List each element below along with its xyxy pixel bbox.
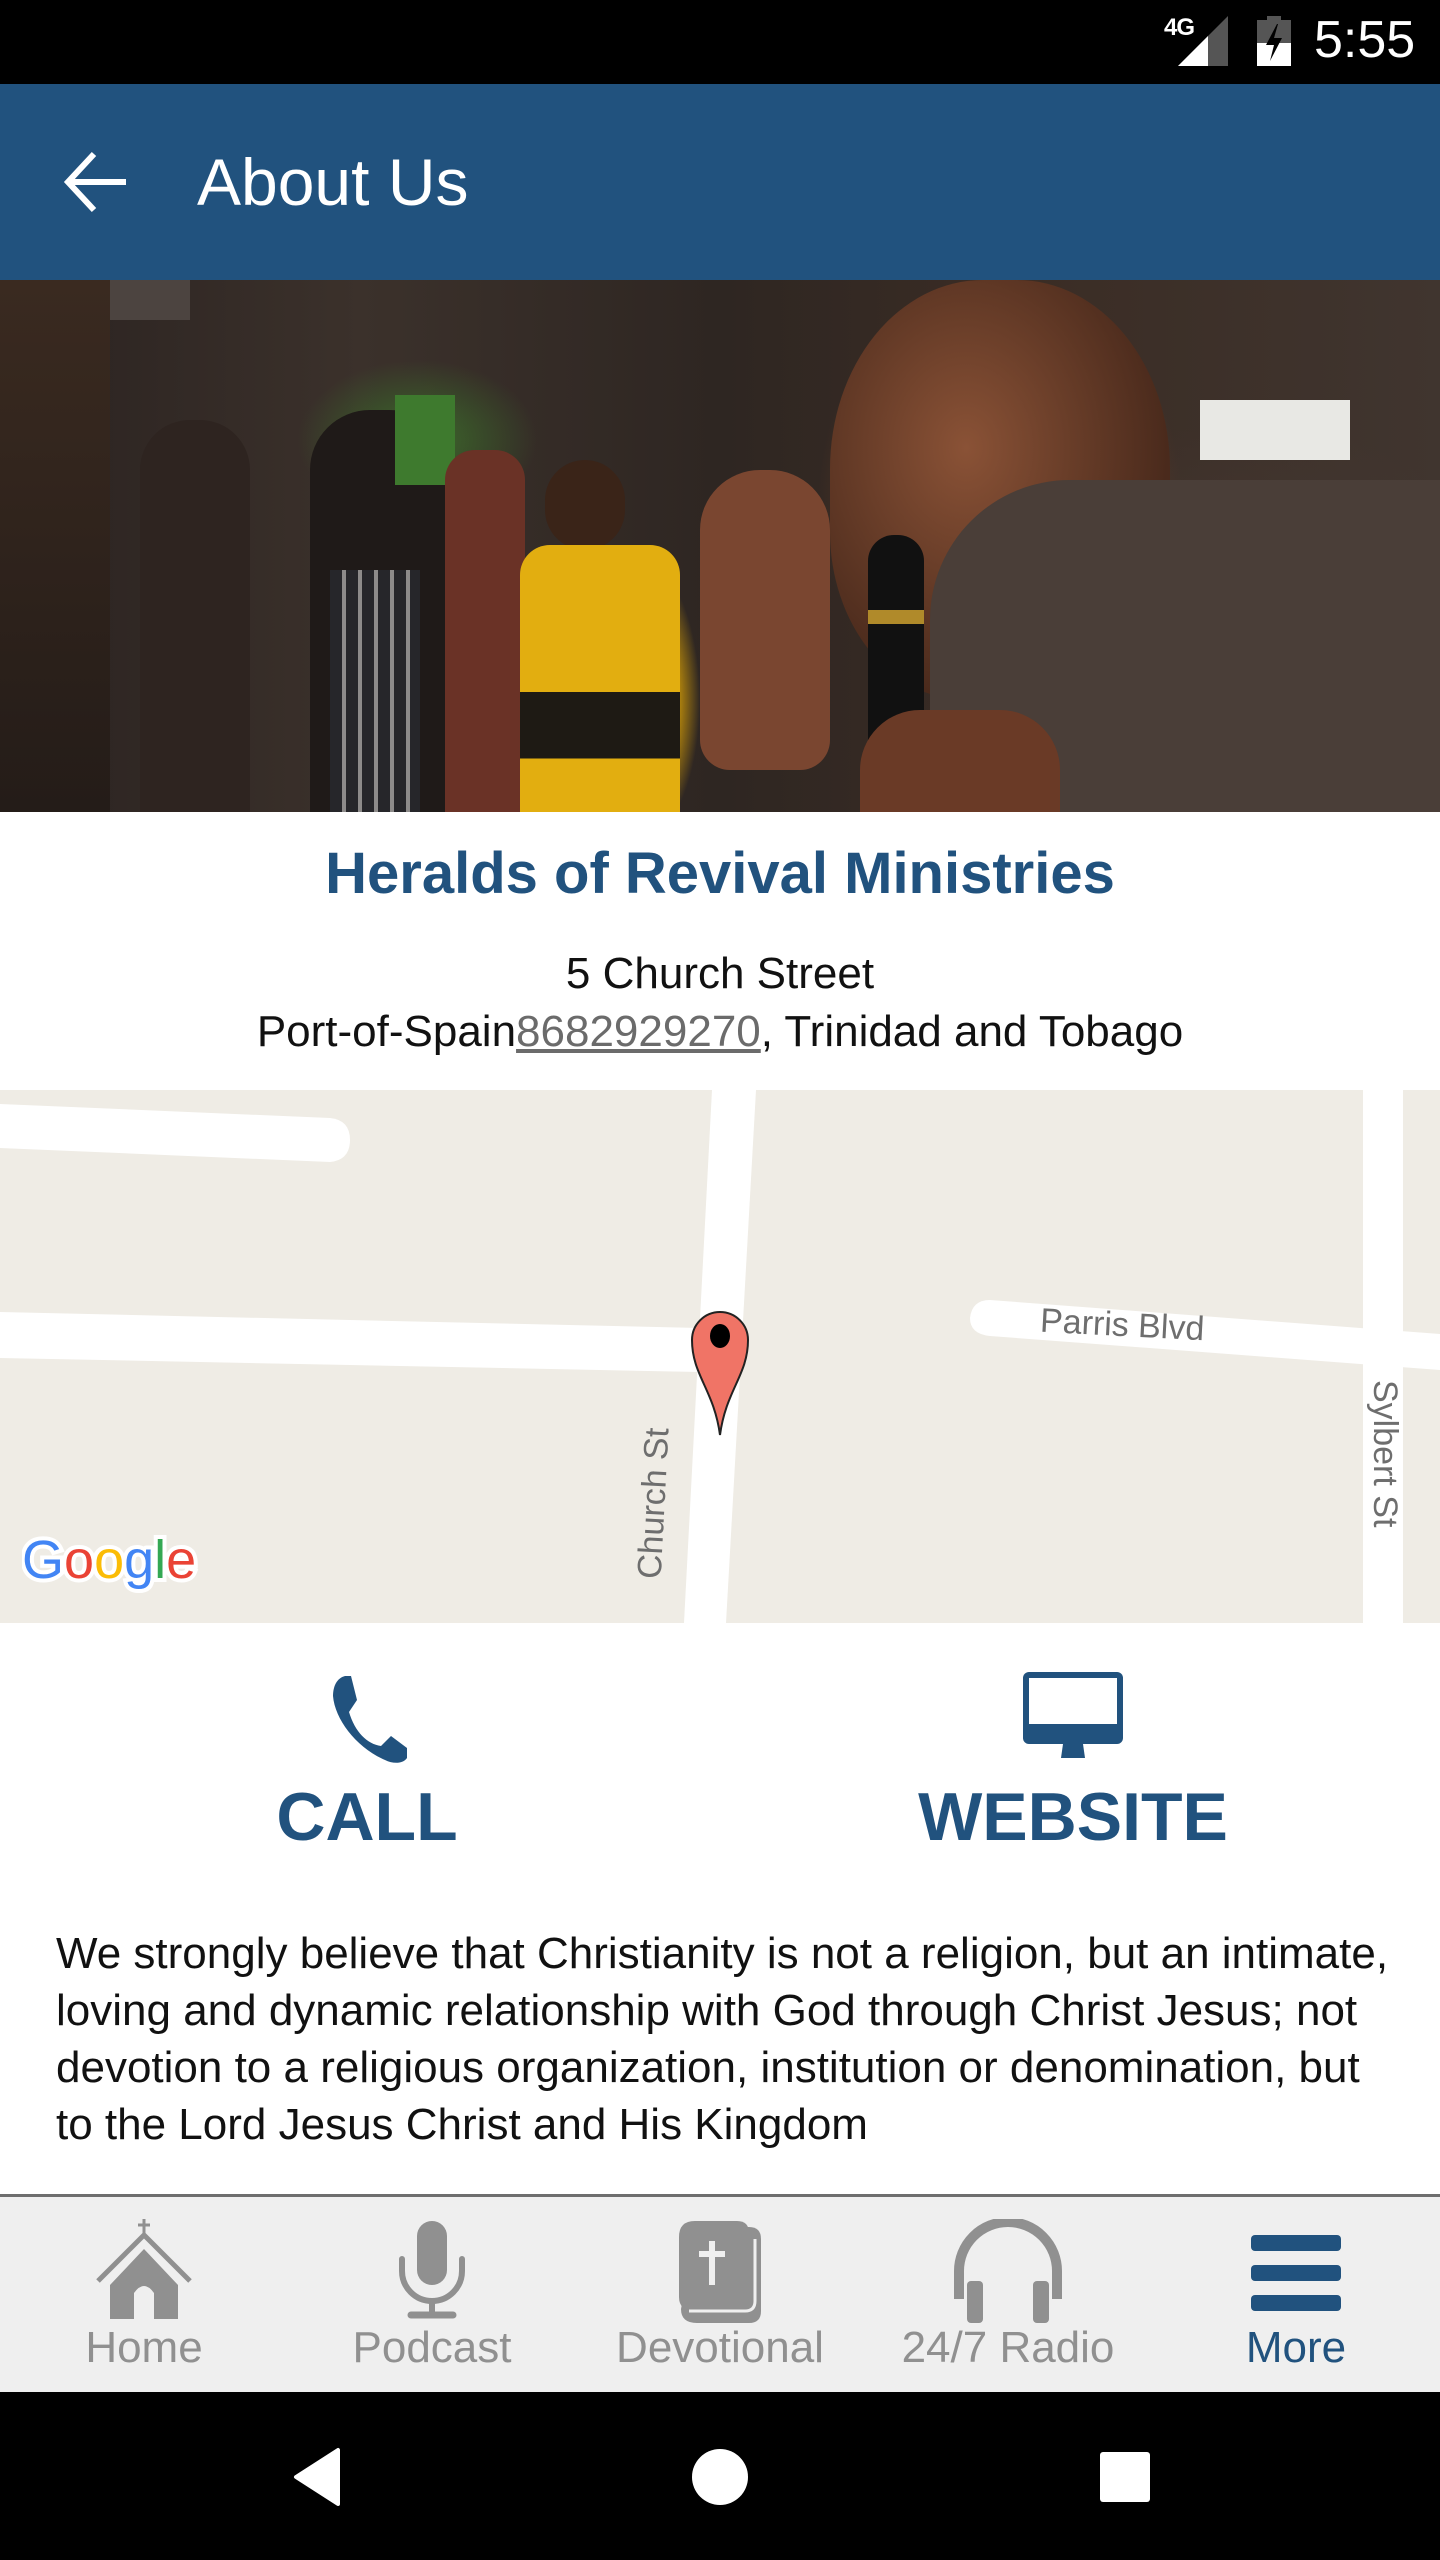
- road-top-left: [0, 1104, 350, 1162]
- page-title: About Us: [197, 145, 469, 219]
- tab-podcast[interactable]: Podcast: [288, 2197, 576, 2392]
- tab-more[interactable]: More: [1152, 2197, 1440, 2392]
- street-label-sylbert-st: Sylbert St: [1366, 1380, 1404, 1528]
- address-line2: Port-of-Spain8682929270, Trinidad and To…: [0, 1003, 1440, 1061]
- address-country: , Trinidad and Tobago: [760, 1007, 1184, 1056]
- nav-home-icon[interactable]: [675, 2432, 765, 2522]
- tab-more-label: More: [1245, 2323, 1347, 2372]
- monitor-icon: [1023, 1672, 1123, 1758]
- tab-home[interactable]: Home: [0, 2197, 288, 2392]
- phone-link[interactable]: 8682929270: [516, 1007, 761, 1056]
- about-description: We strongly believe that Christianity is…: [56, 1929, 1389, 2149]
- tab-home-label: Home: [85, 2323, 203, 2372]
- address-line1: 5 Church Street: [565, 949, 875, 998]
- app-bar: About Us: [0, 84, 1440, 280]
- website-button[interactable]: WEBSITE: [893, 1660, 1253, 1860]
- clock: 5:55: [1314, 11, 1416, 69]
- google-logo: Google Google: [22, 1528, 200, 1594]
- nav-recents-icon[interactable]: [1080, 2432, 1170, 2522]
- street-label-church-st: Church St: [630, 1426, 677, 1580]
- tab-devotional-label: Devotional: [616, 2323, 824, 2372]
- address: 5 Church Street Port-of-Spain8682929270,…: [0, 945, 1440, 1061]
- svg-text:Google: Google: [22, 1530, 196, 1590]
- address-city: Port-of-Spain: [256, 1007, 517, 1056]
- tab-radio-label: 24/7 Radio: [901, 2323, 1115, 2372]
- signal-icon: [1178, 16, 1228, 66]
- system-navigation-bar: [0, 2392, 1440, 2560]
- status-bar: 4G 5:55: [0, 0, 1440, 84]
- bible-icon: [679, 2221, 761, 2323]
- call-label: CALL: [276, 1779, 458, 1855]
- organization-name: Heralds of Revival Ministries: [325, 841, 1115, 906]
- tab-radio[interactable]: 24/7 Radio: [864, 2197, 1152, 2392]
- hero-image: [0, 280, 1440, 812]
- back-arrow-icon[interactable]: [58, 142, 138, 222]
- map-view[interactable]: Parris Blvd Church St Sylbert St Google …: [0, 1090, 1440, 1623]
- nav-back-icon[interactable]: [272, 2432, 362, 2522]
- road-west: [0, 1312, 700, 1372]
- church-icon: [96, 2219, 192, 2319]
- tab-devotional[interactable]: Devotional: [576, 2197, 864, 2392]
- battery-charging-icon: [1257, 16, 1291, 66]
- call-button[interactable]: CALL: [187, 1660, 547, 1860]
- tab-podcast-label: Podcast: [352, 2323, 512, 2372]
- website-label: WEBSITE: [918, 1779, 1228, 1855]
- phone-icon: [333, 1676, 407, 1763]
- headphones-icon: [954, 2219, 1062, 2323]
- microphone-icon: [399, 2221, 465, 2319]
- road-sylbert-st: [1363, 1090, 1403, 1623]
- menu-icon: [1251, 2235, 1341, 2311]
- contact-actions: CALL WEBSITE: [0, 1660, 1440, 1880]
- bottom-tab-bar: Home Podcast Devotional 24/7 Radio More: [0, 2194, 1440, 2392]
